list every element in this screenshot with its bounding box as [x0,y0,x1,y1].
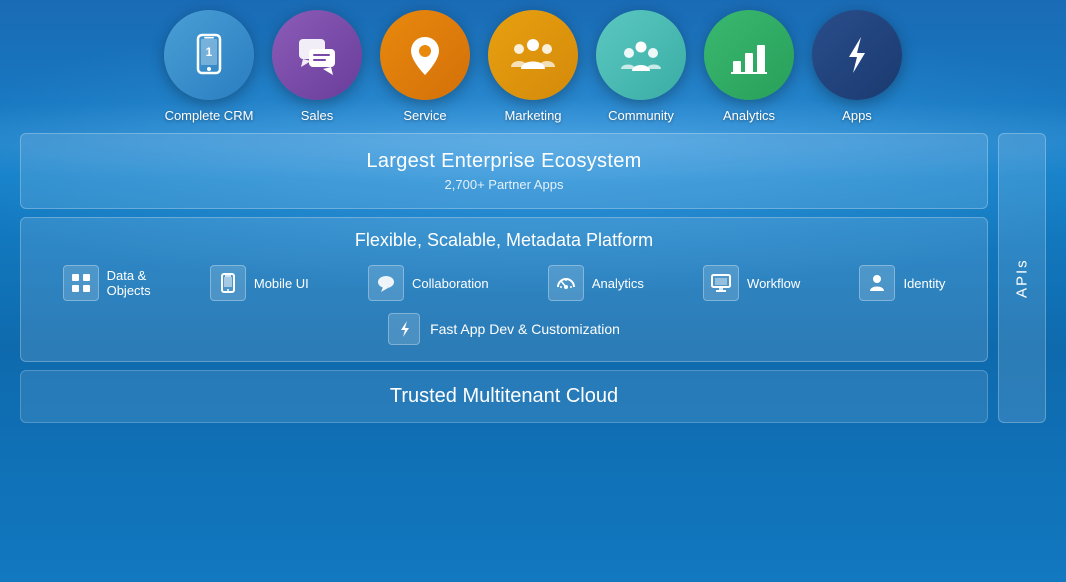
feature-label-analytics: Analytics [592,276,644,291]
fast-app-row: Fast App Dev & Customization [37,313,971,345]
ecosystem-panel: Largest Enterprise Ecosystem 2,700+ Part… [20,133,988,209]
community-icon [619,33,663,77]
icon-item-apps[interactable]: Apps [812,10,902,123]
icon-label-analytics: Analytics [723,108,775,123]
icon-label-service: Service [403,108,446,123]
icon-item-sales[interactable]: Sales [272,10,362,123]
grid-icon [71,273,91,293]
feature-analytics: Analytics [548,265,644,301]
monitor-icon [711,273,731,293]
icon-label-crm: Complete CRM [165,108,254,123]
bolt-small-icon [394,319,414,339]
location-icon [403,33,447,77]
icon-item-crm[interactable]: 1 Complete CRM [164,10,254,123]
feature-label-identity: Identity [903,276,945,291]
icon-label-sales: Sales [301,108,334,123]
apis-label: APIs [1014,258,1031,298]
icon-item-community[interactable]: Community [596,10,686,123]
bolt-icon [835,33,879,77]
icon-circle-service [380,10,470,100]
icon-label-community: Community [608,108,674,123]
gauge-icon [556,273,576,293]
mobile-ui-icon-box [210,265,246,301]
person-icon [867,273,887,293]
icon-circle-analytics [704,10,794,100]
collaboration-icon-box [368,265,404,301]
main-content: Largest Enterprise Ecosystem 2,700+ Part… [20,133,1046,423]
metadata-panel: Flexible, Scalable, Metadata Platform Da… [20,217,988,362]
feature-label-workflow: Workflow [747,276,800,291]
feature-label-data-objects: Data &Objects [107,268,151,298]
icon-label-marketing: Marketing [504,108,561,123]
feature-identity: Identity [859,265,945,301]
workflow-icon-box [703,265,739,301]
people-icon [511,33,555,77]
ecosystem-title: Largest Enterprise Ecosystem [41,150,967,173]
cloud-panel: Trusted Multitenant Cloud [20,370,988,423]
feature-collaboration: Collaboration [368,265,489,301]
metadata-title: Flexible, Scalable, Metadata Platform [37,230,971,251]
left-panels: Largest Enterprise Ecosystem 2,700+ Part… [20,133,988,423]
speech-bubble-icon [376,273,396,293]
features-row: Data &Objects Mobile UI [37,265,971,301]
phone-icon: 1 [187,33,231,77]
icon-circle-marketing [488,10,578,100]
feature-data-objects: Data &Objects [63,265,151,301]
icon-label-apps: Apps [842,108,872,123]
top-icons-section: 1 Complete CRM Sales Service [0,0,1066,123]
ecosystem-subtitle: 2,700+ Partner Apps [41,177,967,192]
chat-icon [295,33,339,77]
icon-circle-apps [812,10,902,100]
icon-circle-sales [272,10,362,100]
analytics-icon-box [548,265,584,301]
feature-workflow: Workflow [703,265,800,301]
data-objects-icon-box [63,265,99,301]
fast-app-label: Fast App Dev & Customization [430,321,620,337]
icon-item-analytics[interactable]: Analytics [704,10,794,123]
cloud-title: Trusted Multitenant Cloud [41,385,967,408]
bar-chart-icon [727,33,771,77]
icon-circle-crm: 1 [164,10,254,100]
identity-icon-box [859,265,895,301]
icon-circle-community [596,10,686,100]
fast-app-bolt-icon [388,313,420,345]
icon-item-marketing[interactable]: Marketing [488,10,578,123]
icon-item-service[interactable]: Service [380,10,470,123]
feature-mobile-ui: Mobile UI [210,265,309,301]
feature-label-mobile-ui: Mobile UI [254,276,309,291]
feature-label-collaboration: Collaboration [412,276,489,291]
apis-bar[interactable]: APIs [998,133,1046,423]
mobile-icon [218,273,238,293]
svg-text:1: 1 [206,45,213,59]
